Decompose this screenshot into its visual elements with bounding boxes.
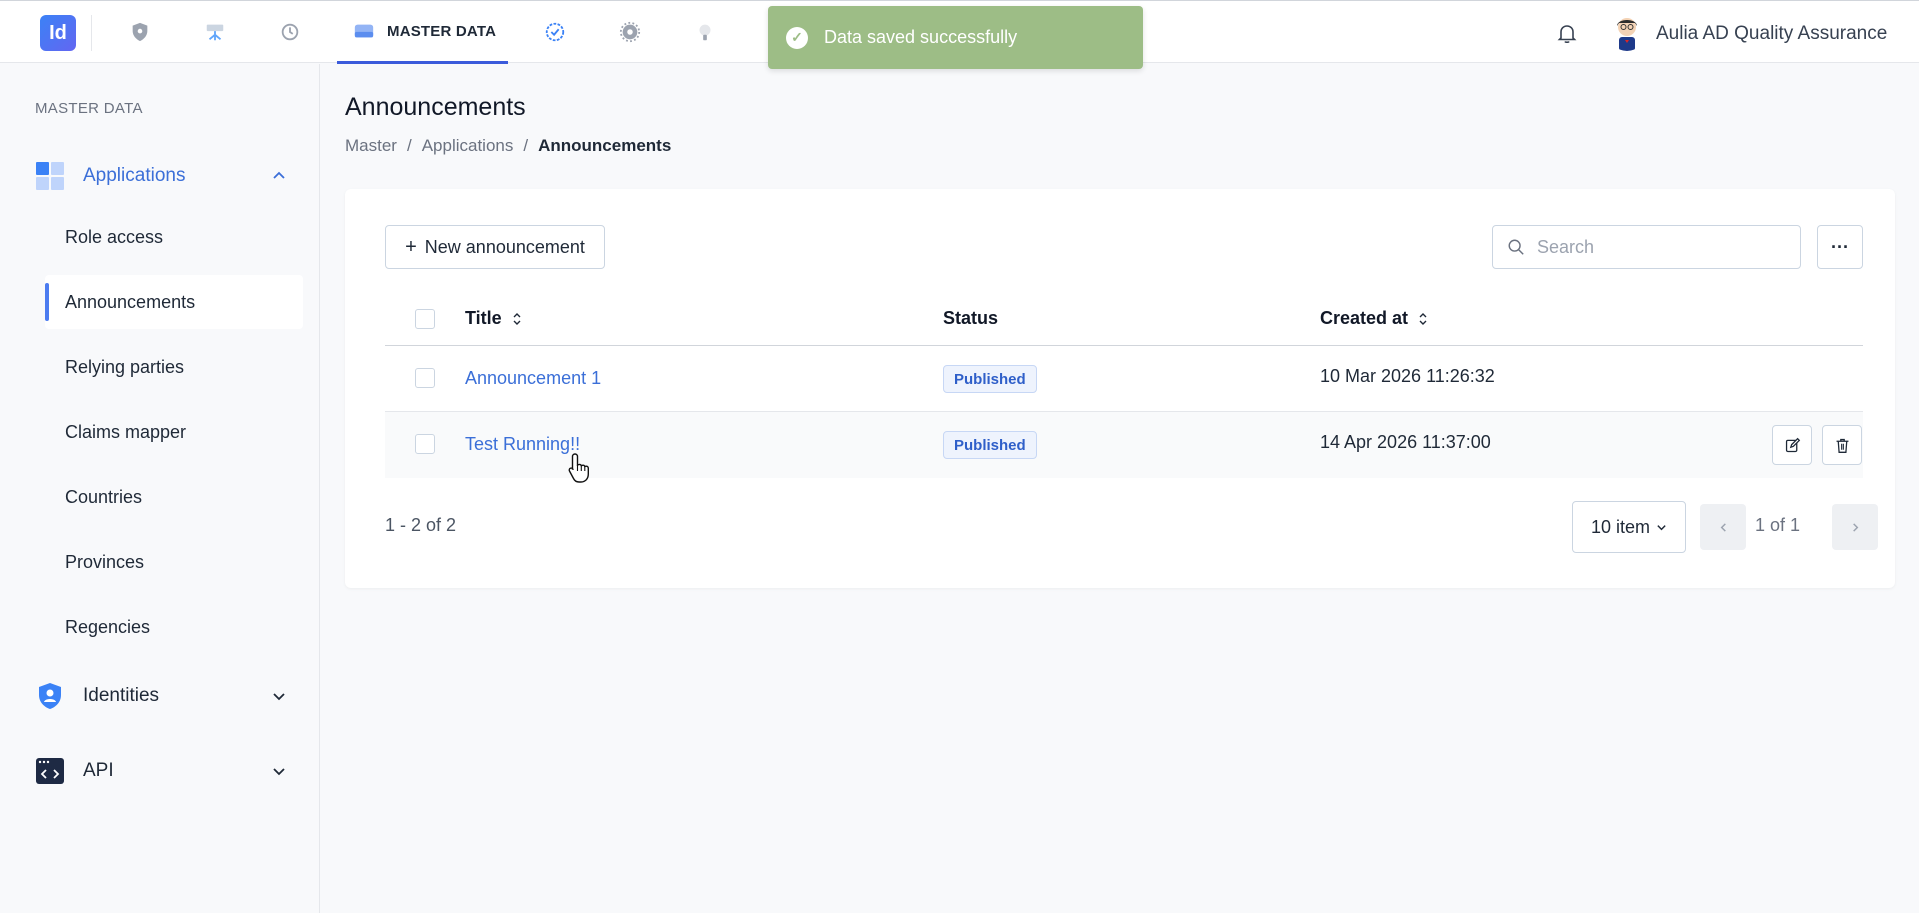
lightbulb-icon[interactable] bbox=[692, 19, 718, 45]
sidebar-item-claims-mapper[interactable]: Claims mapper bbox=[45, 405, 303, 459]
badge-check-icon[interactable] bbox=[542, 19, 568, 45]
history-icon[interactable] bbox=[277, 19, 303, 45]
sidebar-group-applications[interactable]: Applications bbox=[35, 156, 295, 196]
chevron-up-icon bbox=[273, 171, 285, 179]
gear-icon[interactable] bbox=[617, 19, 643, 45]
announcement-title-link[interactable]: Announcement 1 bbox=[465, 368, 601, 389]
avatar[interactable] bbox=[1608, 13, 1646, 51]
breadcrumb-separator: / bbox=[406, 136, 412, 155]
announcement-title-link[interactable]: Test Running!! bbox=[465, 434, 580, 455]
sidebar-item-role-access[interactable]: Role access bbox=[45, 210, 303, 264]
status-badge: Published bbox=[943, 431, 1037, 459]
logo-text: Id bbox=[49, 21, 67, 44]
sidebar-group-identities[interactable]: Identities bbox=[35, 676, 295, 716]
logo-divider bbox=[91, 15, 92, 51]
chevron-down-icon bbox=[1657, 524, 1666, 530]
breadcrumb-master[interactable]: Master bbox=[345, 136, 397, 156]
nav-tab-label: MASTER DATA bbox=[387, 22, 497, 40]
column-status: Status bbox=[943, 308, 998, 329]
sidebar-item-relying-parties[interactable]: Relying parties bbox=[45, 340, 303, 394]
chevron-left-icon bbox=[1720, 522, 1726, 532]
row-checkbox[interactable] bbox=[415, 434, 435, 454]
sidebar-group-label: Identities bbox=[83, 685, 160, 706]
sidebar-group-api[interactable]: API bbox=[35, 751, 295, 791]
success-toast: ✓ Data saved successfully bbox=[768, 6, 1143, 69]
page-title: Announcements bbox=[345, 93, 526, 121]
sidebar-item-regencies[interactable]: Regencies bbox=[45, 600, 303, 654]
announcements-card: + New announcement ··· Title Status Crea… bbox=[345, 189, 1895, 588]
network-icon[interactable] bbox=[202, 19, 228, 45]
more-options-button[interactable]: ··· bbox=[1817, 225, 1863, 269]
sidebar-item-countries[interactable]: Countries bbox=[45, 470, 303, 524]
more-options-icon: ··· bbox=[1831, 236, 1849, 257]
sidebar-item-label: Countries bbox=[65, 486, 143, 507]
created-at-value: 10 Mar 2026 11:26:32 bbox=[1320, 366, 1495, 386]
shield-icon[interactable] bbox=[127, 19, 153, 45]
breadcrumb-applications[interactable]: Applications bbox=[422, 136, 514, 156]
page-size-select[interactable]: 10 item bbox=[1572, 501, 1686, 553]
table-header: Title Status Created at bbox=[385, 291, 1863, 346]
column-created-at-label: Created at bbox=[1320, 308, 1409, 328]
sidebar-item-label: Announcements bbox=[65, 291, 196, 312]
delete-button[interactable] bbox=[1822, 425, 1862, 465]
select-all-checkbox[interactable] bbox=[415, 309, 435, 329]
code-window-icon bbox=[36, 758, 64, 784]
new-announcement-label: New announcement bbox=[424, 236, 585, 257]
breadcrumb-separator: / bbox=[523, 136, 529, 155]
column-title-label: Title bbox=[465, 308, 502, 328]
column-title[interactable]: Title bbox=[465, 308, 522, 329]
shield-user-icon bbox=[39, 683, 61, 709]
breadcrumb: Master / Applications / Announcements bbox=[345, 136, 671, 156]
grid-icon bbox=[36, 162, 64, 190]
hand-pointer-cursor-icon bbox=[568, 453, 589, 483]
plus-icon: + bbox=[405, 235, 417, 258]
chevron-down-icon bbox=[273, 693, 285, 701]
column-status-label: Status bbox=[943, 308, 999, 328]
database-icon bbox=[354, 24, 374, 38]
sidebar-item-provinces[interactable]: Provinces bbox=[45, 535, 303, 589]
user-name[interactable]: Aulia AD Quality Assurance bbox=[1656, 23, 1887, 45]
sidebar-item-announcements[interactable]: Announcements bbox=[45, 275, 303, 329]
sidebar-section-title: MASTER DATA bbox=[35, 100, 143, 117]
sidebar: MASTER DATA Applications Role access Ann… bbox=[0, 64, 320, 913]
nav-tab-master-data[interactable]: MASTER DATA bbox=[337, 1, 508, 64]
toast-message: Data saved successfully bbox=[824, 27, 1018, 47]
table-row: Test Running!! Published 14 Apr 2026 11:… bbox=[385, 412, 1863, 478]
sidebar-group-label: Applications bbox=[83, 165, 186, 186]
chevron-right-icon bbox=[1852, 522, 1858, 532]
edit-button[interactable] bbox=[1772, 425, 1812, 465]
search-box[interactable] bbox=[1492, 225, 1801, 269]
check-circle-icon: ✓ bbox=[786, 26, 808, 49]
announcements-table: Title Status Created at Announcement 1 P… bbox=[385, 291, 1863, 478]
prev-page-button[interactable] bbox=[1700, 504, 1746, 550]
row-checkbox[interactable] bbox=[415, 368, 435, 388]
chevron-down-icon bbox=[273, 768, 285, 776]
search-input[interactable] bbox=[1537, 236, 1777, 258]
sort-icon bbox=[1419, 312, 1427, 325]
bell-icon[interactable] bbox=[1555, 21, 1579, 45]
app-logo[interactable]: Id bbox=[40, 15, 76, 51]
table-row: Announcement 1 Published 10 Mar 2026 11:… bbox=[385, 346, 1863, 412]
page-indicator: 1 of 1 bbox=[1755, 515, 1801, 535]
trash-icon bbox=[1836, 438, 1848, 453]
status-badge: Published bbox=[943, 365, 1037, 393]
sidebar-item-label: Regencies bbox=[65, 616, 151, 637]
created-at-value: 14 Apr 2026 11:37:00 bbox=[1320, 432, 1491, 452]
sidebar-item-label: Provinces bbox=[65, 551, 145, 572]
sidebar-item-label: Relying parties bbox=[65, 356, 185, 377]
pagination-count: 1 - 2 of 2 bbox=[385, 515, 457, 535]
sidebar-group-label: API bbox=[83, 760, 114, 781]
edit-icon bbox=[1785, 437, 1800, 452]
page-size-value: 10 item bbox=[1590, 516, 1651, 537]
search-icon bbox=[1508, 239, 1524, 255]
breadcrumb-current: Announcements bbox=[538, 136, 672, 155]
column-created-at[interactable]: Created at bbox=[1320, 308, 1428, 329]
new-announcement-button[interactable]: + New announcement bbox=[385, 225, 605, 269]
sidebar-item-label: Role access bbox=[65, 226, 164, 247]
sort-icon bbox=[513, 312, 521, 325]
sidebar-item-label: Claims mapper bbox=[65, 421, 187, 442]
next-page-button[interactable] bbox=[1832, 504, 1878, 550]
